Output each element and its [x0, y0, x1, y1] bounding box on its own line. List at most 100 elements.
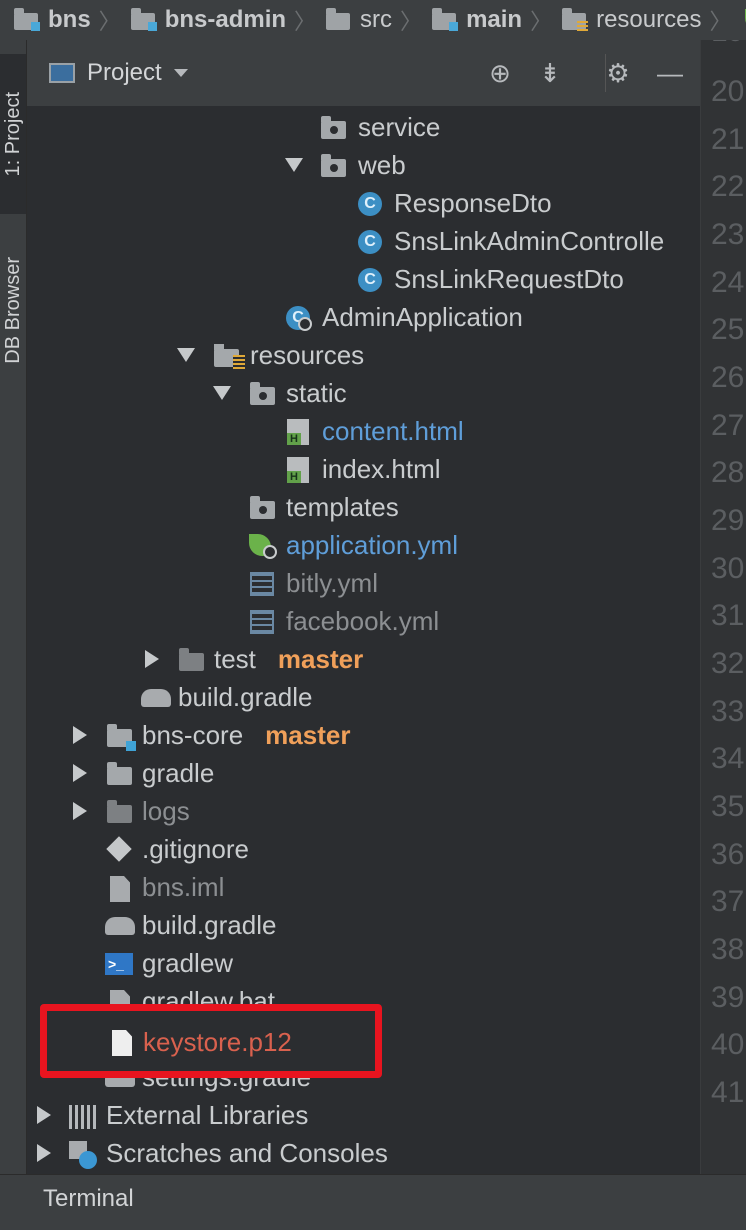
locate-file-icon[interactable]: ⊕	[485, 58, 515, 88]
line-number: 26	[711, 361, 745, 394]
tab-terminal[interactable]: Terminal	[43, 1185, 134, 1213]
html-file-icon	[285, 457, 313, 483]
chevron-right-icon: 〉	[709, 9, 732, 34]
test-label: test	[214, 644, 256, 674]
line-number: 40	[711, 1028, 745, 1061]
tree-node-test[interactable]: test master	[27, 640, 700, 678]
tree-node-bns-iml[interactable]: bns.iml	[27, 868, 700, 906]
tree-node-label: static	[286, 378, 347, 408]
tree-node-label: logs	[142, 796, 190, 826]
project-view-selector[interactable]: Project	[87, 59, 162, 87]
tree-node-bns-core[interactable]: bns-core master	[27, 716, 700, 754]
tree-node-gradlew[interactable]: >_ gradlew	[27, 944, 700, 982]
breadcrumb-item-resources[interactable]: resources 〉	[562, 0, 741, 40]
breadcrumb-item-src[interactable]: src 〉	[326, 0, 432, 40]
collapse-arrow-icon[interactable]	[73, 726, 87, 744]
tab-project-label: 1: Project	[1, 91, 24, 177]
tree-node-label: web	[358, 150, 406, 180]
java-class-icon: C	[356, 191, 384, 217]
chevron-down-icon[interactable]	[173, 69, 188, 77]
expand-arrow-icon[interactable]	[213, 386, 231, 400]
resources-folder-icon	[214, 343, 245, 369]
package-folder-icon	[319, 115, 347, 141]
scratches-icon	[69, 1141, 97, 1169]
tree-node-label: keystore.p12	[143, 1027, 292, 1057]
tree-node-label: ResponseDto	[394, 188, 552, 218]
resources-folder-icon	[562, 8, 589, 32]
tree-node-web[interactable]: web	[27, 146, 700, 184]
tree-node-label: content.html	[322, 416, 464, 446]
line-number: 19	[711, 40, 744, 49]
tree-node-bitly-yml[interactable]: bitly.yml	[27, 564, 700, 602]
expand-arrow-icon[interactable]	[285, 158, 303, 172]
line-number: 36	[711, 838, 745, 871]
tree-node-label: service	[358, 112, 441, 142]
tab-db-browser[interactable]: DB Browser	[0, 230, 26, 390]
tree-node-label: bns.iml	[142, 872, 225, 902]
tree-node-templates[interactable]: templates	[27, 488, 700, 526]
breadcrumb-item-bns-admin[interactable]: bns-admin 〉	[130, 0, 326, 40]
breadcrumb-item-bns[interactable]: bns 〉	[14, 0, 131, 40]
tree-node-application-yml[interactable]: application.yml	[27, 526, 700, 564]
tree-node-gitignore[interactable]: .gitignore	[27, 830, 700, 868]
tree-node-index-html[interactable]: index.html	[27, 450, 700, 488]
tree-node-label: gradle	[142, 758, 215, 788]
chevron-right-icon: 〉	[294, 9, 317, 34]
tree-node-gradle[interactable]: gradle	[27, 754, 700, 792]
tree-node-label: AdminApplication	[322, 302, 523, 332]
tree-node-build-gradle-admin[interactable]: build.gradle	[27, 678, 700, 716]
tree-node-facebook-yml[interactable]: facebook.yml	[27, 602, 700, 640]
tree-node-build-gradle-root[interactable]: build.gradle	[27, 906, 700, 944]
tree-node-label: resources	[250, 340, 365, 370]
line-number: 21	[711, 123, 745, 156]
chevron-right-icon: 〉	[400, 9, 423, 34]
tab-db-browser-label: DB Browser	[1, 256, 24, 364]
line-number: 24	[711, 266, 745, 299]
tree-node-request-dto[interactable]: C SnsLinkRequestDto	[27, 260, 700, 298]
tree-node-static[interactable]: static	[27, 374, 700, 412]
module-folder-icon	[105, 723, 136, 751]
tree-node-resources[interactable]: resources	[27, 336, 700, 374]
tree-node-admin-application[interactable]: C AdminApplication	[27, 298, 700, 336]
tree-node-label: templates	[286, 492, 399, 522]
tree-node-label: bns-core master	[142, 720, 350, 751]
file-icon	[107, 1029, 135, 1056]
tab-project[interactable]: 1: Project	[0, 54, 26, 214]
gradle-elephant-icon	[141, 685, 171, 711]
tree-node-external-libraries[interactable]: External Libraries	[27, 1096, 700, 1134]
gradle-elephant-icon	[105, 913, 135, 939]
tree-node-service[interactable]: service	[27, 108, 700, 146]
collapse-arrow-icon[interactable]	[37, 1106, 51, 1124]
expand-arrow-icon[interactable]	[177, 348, 195, 362]
package-folder-icon	[319, 153, 347, 179]
bottom-tool-bar: Terminal	[0, 1174, 746, 1230]
collapse-all-icon[interactable]: ⇟	[535, 58, 565, 88]
tree-node-label: facebook.yml	[286, 606, 440, 636]
collapse-arrow-icon[interactable]	[145, 650, 159, 668]
tree-node-admin-controller[interactable]: C SnsLinkAdminControlle	[27, 222, 700, 260]
breadcrumb-label: main	[466, 6, 523, 33]
breadcrumb-item-main[interactable]: main 〉	[432, 0, 562, 40]
tree-node-label: gradlew	[142, 948, 234, 978]
collapse-arrow-icon[interactable]	[37, 1144, 51, 1162]
tree-node-response-dto[interactable]: C ResponseDto	[27, 184, 700, 222]
tree-node-label: index.html	[322, 454, 441, 484]
ide-window: bns 〉 bns-admin 〉 src 〉 main 〉 resources…	[0, 0, 746, 1230]
tree-node-content-html[interactable]: content.html	[27, 412, 700, 450]
breadcrumb: bns 〉 bns-admin 〉 src 〉 main 〉 resources…	[0, 0, 746, 41]
hide-panel-icon[interactable]: —	[655, 58, 685, 88]
java-class-icon: C	[356, 229, 384, 255]
collapse-arrow-icon[interactable]	[73, 802, 87, 820]
gear-icon[interactable]: ⚙	[603, 58, 633, 88]
tree-node-keystore[interactable]: keystore.p12	[47, 1025, 375, 1063]
tree-node-scratches[interactable]: Scratches and Consoles	[27, 1134, 700, 1172]
source-folder-icon	[432, 8, 459, 31]
line-number: 33	[711, 695, 745, 728]
collapse-arrow-icon[interactable]	[73, 764, 87, 782]
tree-node-logs[interactable]: logs	[27, 792, 700, 830]
line-number: 25	[711, 313, 745, 346]
breadcrumb-item-application-yml[interactable]	[741, 0, 746, 40]
project-panel-header: Project ⊕ ⇟ ⚙ —	[27, 40, 700, 106]
java-class-icon: C	[356, 267, 384, 293]
line-number: 20	[711, 75, 745, 108]
